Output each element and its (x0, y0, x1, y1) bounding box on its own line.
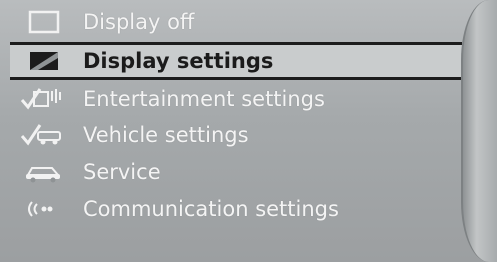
menu-item-label: Display off (83, 9, 195, 34)
menu-item-label: Display settings (83, 49, 274, 73)
menu-item-label: Service (83, 159, 161, 184)
display-off-icon (16, 7, 72, 37)
controller-panel-edge (461, 0, 497, 262)
menu-item-entertainment-settings[interactable]: Entertainment settings (10, 80, 462, 117)
communication-settings-icon (16, 194, 72, 224)
menu-item-label: Vehicle settings (83, 122, 249, 147)
entertainment-settings-icon (16, 84, 72, 114)
menu-item-label: Communication settings (83, 196, 339, 221)
menu-item-display-off[interactable]: Display off (10, 3, 462, 40)
display-settings-icon (16, 46, 72, 76)
idrive-screen: Display off Display settings Entertainme… (0, 0, 497, 262)
menu-item-label: Entertainment settings (83, 86, 325, 111)
menu-item-display-settings[interactable]: Display settings (10, 42, 462, 80)
menu-item-service[interactable]: Service (10, 153, 462, 190)
service-car-icon (16, 157, 72, 187)
vehicle-settings-icon (16, 120, 72, 150)
menu-item-vehicle-settings[interactable]: Vehicle settings (10, 116, 462, 153)
menu-item-communication-settings[interactable]: Communication settings (10, 190, 462, 227)
